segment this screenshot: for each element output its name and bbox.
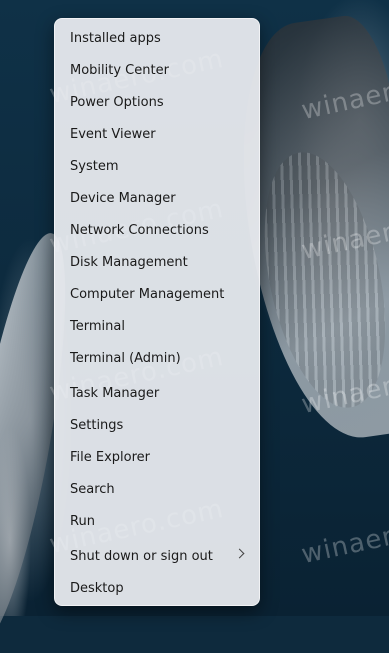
menu-item-disk-management[interactable]: Disk Management [55,247,259,277]
menu-item-label: Desktop [70,580,124,596]
menu-item-terminal[interactable]: Terminal [55,311,259,341]
menu-item-desktop[interactable]: Desktop [55,573,259,603]
menu-item-label: Mobility Center [70,62,169,78]
menu-item-label: Event Viewer [70,126,156,142]
menu-item-settings[interactable]: Settings [55,410,259,440]
menu-item-label: Terminal [70,318,125,334]
menu-item-installed-apps[interactable]: Installed apps [55,23,259,53]
chevron-right-icon [234,548,245,559]
menu-item-label: Settings [70,417,124,433]
menu-item-search[interactable]: Search [55,474,259,504]
menu-item-run[interactable]: Run [55,506,259,536]
menu-item-event-viewer[interactable]: Event Viewer [55,119,259,149]
menu-item-label: Power Options [70,94,164,110]
menu-item-computer-management[interactable]: Computer Management [55,279,259,309]
menu-item-file-explorer[interactable]: File Explorer [55,442,259,472]
winx-context-menu: Installed apps Mobility Center Power Opt… [54,18,260,606]
menu-item-label: Device Manager [70,190,176,206]
menu-item-system[interactable]: System [55,151,259,181]
menu-item-label: Installed apps [70,30,161,46]
menu-item-label: File Explorer [70,449,151,465]
menu-item-label: Network Connections [70,222,209,238]
menu-item-label: Terminal (Admin) [70,350,181,366]
menu-item-label: Search [70,481,115,497]
menu-item-label: Computer Management [70,286,225,302]
menu-item-label: Disk Management [70,254,188,270]
menu-item-shut-down-or-sign-out[interactable]: Shut down or sign out [55,541,259,571]
menu-item-power-options[interactable]: Power Options [55,87,259,117]
menu-item-terminal-admin[interactable]: Terminal (Admin) [55,343,259,373]
menu-item-label: Task Manager [70,385,160,401]
menu-item-label: System [70,158,119,174]
menu-item-device-manager[interactable]: Device Manager [55,183,259,213]
menu-item-task-manager[interactable]: Task Manager [55,378,259,408]
menu-item-mobility-center[interactable]: Mobility Center [55,55,259,85]
menu-item-label: Shut down or sign out [70,548,213,564]
menu-item-network-connections[interactable]: Network Connections [55,215,259,245]
menu-item-label: Run [70,513,95,529]
